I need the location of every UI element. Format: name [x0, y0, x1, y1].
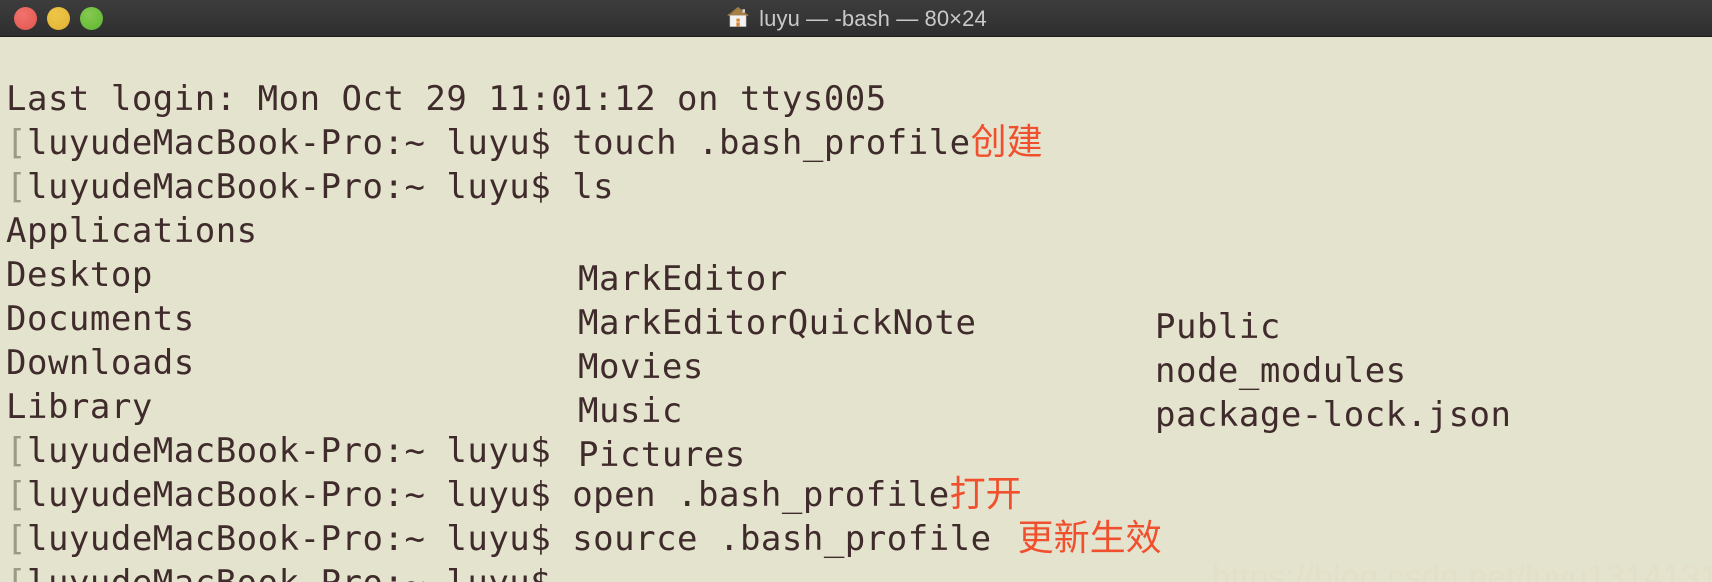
terminal-line-prompt: [luyudeMacBook-Pro:~ luyu$ source .bash_…: [0, 467, 1712, 559]
terminal-line-prompt: [luyudeMacBook-Pro:~ luyu$ ls: [0, 115, 1712, 207]
watermark: https://blog.csdn.net/luyu13141314: [1212, 558, 1712, 582]
home-icon: [725, 4, 751, 34]
prompt-bracket: [: [6, 563, 27, 582]
terminal-line-prompt: [luyudeMacBook-Pro:~ luyu$ touch .bash_p…: [0, 71, 1712, 163]
terminal-line-prompt: [luyudeMacBook-Pro:~ luyu$ open .bash_pr…: [0, 423, 1712, 515]
ls-output-row: Applications MarkEditor Public: [0, 159, 1712, 347]
terminal-content[interactable]: Last login: Mon Oct 29 11:01:12 on ttys0…: [0, 37, 1712, 582]
window-title: luyu — -bash — 80×24: [759, 5, 987, 31]
terminal-line-output: Last login: Mon Oct 29 11:01:12 on ttys0…: [0, 37, 1712, 119]
terminal-line-prompt: [luyudeMacBook-Pro:~ luyu$: [0, 511, 1712, 582]
ls-output-row: Documents Movies package-lock.json: [0, 247, 1712, 435]
prompt-label: luyudeMacBook-Pro:~ luyu$: [27, 563, 551, 582]
ls-output-row: Library Pictures: [0, 335, 1712, 475]
ls-output-row: Downloads Music: [0, 291, 1712, 431]
window-title-group: luyu — -bash — 80×24: [0, 0, 1712, 36]
close-button[interactable]: [14, 7, 37, 30]
terminal-window: luyu — -bash — 80×24 Last login: Mon Oct…: [0, 0, 1712, 582]
terminal-line-prompt: [luyudeMacBook-Pro:~ luyu$: [0, 379, 1712, 471]
ls-output-row: Desktop MarkEditorQuickNote node_modules: [0, 203, 1712, 391]
window-titlebar[interactable]: luyu — -bash — 80×24: [0, 0, 1712, 37]
minimize-button[interactable]: [47, 7, 70, 30]
window-controls: [14, 0, 103, 36]
zoom-button[interactable]: [80, 7, 103, 30]
